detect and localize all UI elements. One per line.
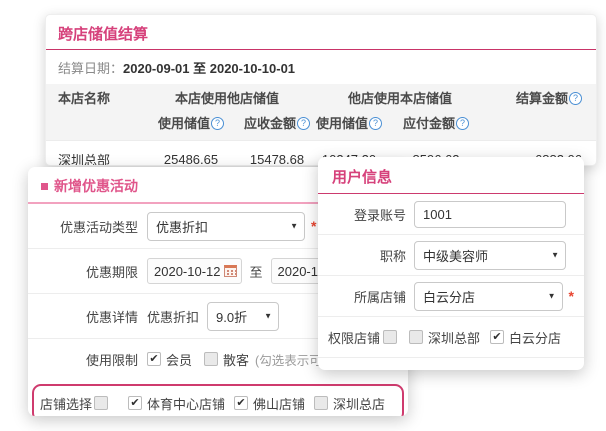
dropdown-arrow-icon: ▼: [290, 222, 298, 231]
col-settle-amount: 结算金额?: [487, 88, 596, 107]
radio-staff-app[interactable]: 员工APP: [414, 369, 485, 370]
user-info-panel: 用户信息 登录账号 职称 中级美容师 ▼ 所属店铺 白云分店 ▼ * 权限店铺 …: [318, 157, 584, 370]
help-icon[interactable]: ?: [569, 92, 582, 105]
dropdown-arrow-icon: ▼: [548, 292, 556, 301]
settlement-date-line: 结算日期：2020-09-01 至 2020-10-10-01: [46, 50, 596, 84]
store-select-highlight-box: 店铺选择 ✔ 体育中心店铺 ✔ 佛山店铺 深圳总店: [32, 384, 404, 416]
table-header: 本店名称 本店使用他店储值 他店使用本店储值 结算金额? 使用储值? 应收金额?…: [46, 84, 596, 140]
checkbox-checked-icon[interactable]: ✔: [234, 396, 248, 410]
checkbox-checked-icon[interactable]: ✔: [147, 352, 161, 366]
checkbox-member[interactable]: ✔ 会员: [147, 350, 192, 369]
discount-select[interactable]: 9.0折 ▼: [207, 302, 279, 331]
promo-limit-label: 使用限制: [38, 350, 138, 369]
required-asterisk: *: [569, 288, 574, 304]
promo-period-label: 优惠期限: [38, 262, 138, 281]
belong-store-row: 所属店铺 白云分店 ▼ *: [318, 276, 584, 317]
account-input[interactable]: [414, 201, 566, 228]
checkbox-shenzhen-main-store[interactable]: 深圳总店: [314, 394, 385, 413]
help-icon[interactable]: ?: [297, 117, 310, 130]
store-select-label: 店铺选择: [40, 394, 92, 413]
perm-store-row: 权限店铺 深圳总部 ✔ 白云分店: [318, 317, 584, 358]
cell-store-name: 深圳总部: [46, 150, 141, 166]
subcol-used-value-1: 使用储值?: [141, 113, 241, 132]
checkbox-sports-center-store[interactable]: ✔ 体育中心店铺: [128, 394, 225, 413]
col-group-other-use: 他店使用本店储值: [313, 88, 487, 107]
position-perm-row: 所属职位权限 员工APP 商城: [318, 358, 584, 370]
account-label: 登录账号: [328, 205, 406, 224]
checkbox-unchecked-icon[interactable]: [314, 396, 328, 410]
checkbox-unchecked-icon[interactable]: [204, 352, 218, 366]
store-select-lead-checkbox[interactable]: [94, 396, 108, 410]
account-row: 登录账号: [318, 194, 584, 235]
settlement-panel-title: 跨店储值结算: [46, 15, 596, 49]
checkbox-shenzhen-hq[interactable]: 深圳总部: [409, 328, 480, 347]
checkbox-checked-icon[interactable]: ✔: [490, 330, 504, 344]
job-title-label: 职称: [328, 246, 406, 265]
col-store-name: 本店名称: [46, 88, 141, 107]
position-perm-label: 所属职位权限: [328, 369, 406, 370]
job-title-row: 职称 中级美容师 ▼: [318, 235, 584, 276]
belong-store-select[interactable]: 白云分店 ▼: [414, 282, 563, 311]
promo-type-select[interactable]: 优惠折扣 ▼: [147, 212, 305, 241]
perm-store-lead-checkbox[interactable]: [383, 330, 397, 344]
cell-used-value-1: 25486.65: [141, 152, 241, 166]
checkbox-baiyun-branch[interactable]: ✔ 白云分店: [490, 328, 561, 347]
detail-sub-label: 优惠折扣: [147, 307, 199, 326]
period-start-input[interactable]: 2020-10-12: [147, 258, 242, 284]
checkbox-foshan-store[interactable]: ✔ 佛山店铺: [234, 394, 305, 413]
belong-store-label: 所属店铺: [328, 287, 406, 306]
settlement-panel: 跨店储值结算 结算日期：2020-09-01 至 2020-10-10-01 本…: [45, 14, 597, 166]
checkbox-walkin[interactable]: 散客: [204, 350, 249, 369]
help-icon[interactable]: ?: [211, 117, 224, 130]
date-range-value: 2020-09-01 至 2020-10-10-01: [123, 61, 295, 76]
date-label: 结算日期：: [58, 61, 123, 76]
subcol-used-value-2: 使用储值?: [313, 113, 385, 132]
dropdown-arrow-icon: ▼: [551, 251, 559, 260]
col-group-use-other: 本店使用他店储值: [141, 88, 313, 107]
radio-mall[interactable]: 商城: [495, 369, 540, 370]
cell-receivable: 15478.68: [241, 152, 313, 166]
subcol-receivable: 应收金额?: [241, 113, 313, 132]
user-panel-title: 用户信息: [318, 157, 584, 193]
subcol-payable: 应付金额?: [385, 113, 487, 132]
job-title-select[interactable]: 中级美容师 ▼: [414, 241, 566, 270]
promo-type-label: 优惠活动类型: [38, 217, 138, 236]
calendar-icon[interactable]: [224, 265, 237, 277]
promo-detail-label: 优惠详情: [38, 307, 138, 326]
square-bullet-icon: [41, 183, 48, 190]
checkbox-checked-icon[interactable]: ✔: [128, 396, 142, 410]
checkbox-unchecked-icon[interactable]: [409, 330, 423, 344]
period-to-text: 至: [250, 262, 263, 281]
dropdown-arrow-icon: ▼: [264, 312, 272, 321]
perm-store-label: 权限店铺: [328, 328, 380, 347]
required-asterisk: *: [311, 218, 316, 234]
help-icon[interactable]: ?: [456, 117, 469, 130]
help-icon[interactable]: ?: [369, 117, 382, 130]
